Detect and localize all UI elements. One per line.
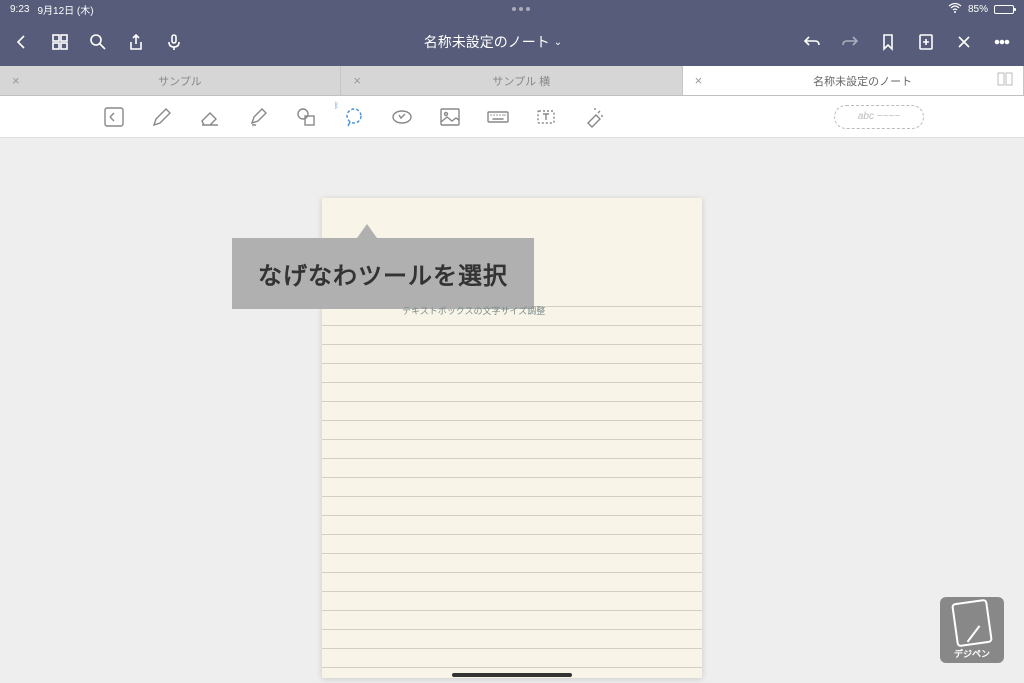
share-icon[interactable] [126,32,146,52]
search-icon[interactable] [88,32,108,52]
more-icon[interactable] [992,32,1012,52]
shape-tool[interactable] [292,103,320,131]
toolbar: ᛒ abc ~~~~ [0,96,1024,138]
chevron-down-icon: ⌄ [554,37,562,48]
wifi-icon [948,3,962,16]
tab-close-icon[interactable]: × [12,73,20,88]
home-indicator[interactable] [452,673,572,677]
redo-icon[interactable] [840,32,860,52]
laser-tool[interactable] [580,103,608,131]
back-icon[interactable] [12,32,32,52]
note-paper[interactable]: なげなわツールを選択 テキストボックスの文字サイズ調整 [322,198,702,678]
textbox-tool[interactable] [532,103,560,131]
grid-icon[interactable] [50,32,70,52]
ruler-placeholder[interactable]: abc ~~~~ [834,105,924,129]
status-date: 9月12日 (木) [37,2,93,17]
battery-percent: 85% [968,4,988,15]
callout-annotation: なげなわツールを選択 [232,238,534,309]
lasso-tool[interactable]: ᛒ [340,103,368,131]
multitask-indicator[interactable] [94,7,948,11]
keyboard-tool[interactable] [484,103,512,131]
add-page-icon[interactable] [916,32,936,52]
tabs-bar: × サンプル × サンプル 横 × 名称未設定のノート [0,66,1024,96]
bluetooth-icon: ᛒ [334,101,339,110]
pen-tool[interactable] [148,103,176,131]
tab-untitled[interactable]: × 名称未設定のノート [683,66,1024,95]
zoom-tool[interactable] [100,103,128,131]
document-title[interactable]: 名称未設定のノート ⌄ [184,32,802,52]
status-bar: 9:23 9月12日 (木) 85% [0,0,1024,18]
tab-close-icon[interactable]: × [695,73,703,88]
page-view-icon[interactable] [997,72,1013,89]
canvas[interactable]: なげなわツールを選択 テキストボックスの文字サイズ調整 [0,138,1024,683]
stamp-tool[interactable] [388,103,416,131]
eraser-tool[interactable] [196,103,224,131]
mic-icon[interactable] [164,32,184,52]
tab-sample-wide[interactable]: × サンプル 横 [341,66,682,95]
undo-icon[interactable] [802,32,822,52]
tab-close-icon[interactable]: × [353,73,361,88]
image-tool[interactable] [436,103,464,131]
close-icon[interactable] [954,32,974,52]
bookmark-icon[interactable] [878,32,898,52]
textbox-content[interactable]: テキストボックスの文字サイズ調整 [402,304,545,317]
tab-sample[interactable]: × サンプル [0,66,341,95]
highlighter-tool[interactable] [244,103,272,131]
watermark-logo: デジペン [940,597,1004,663]
navigation-bar: 名称未設定のノート ⌄ [0,18,1024,66]
battery-icon [994,5,1014,14]
status-time: 9:23 [10,4,29,15]
